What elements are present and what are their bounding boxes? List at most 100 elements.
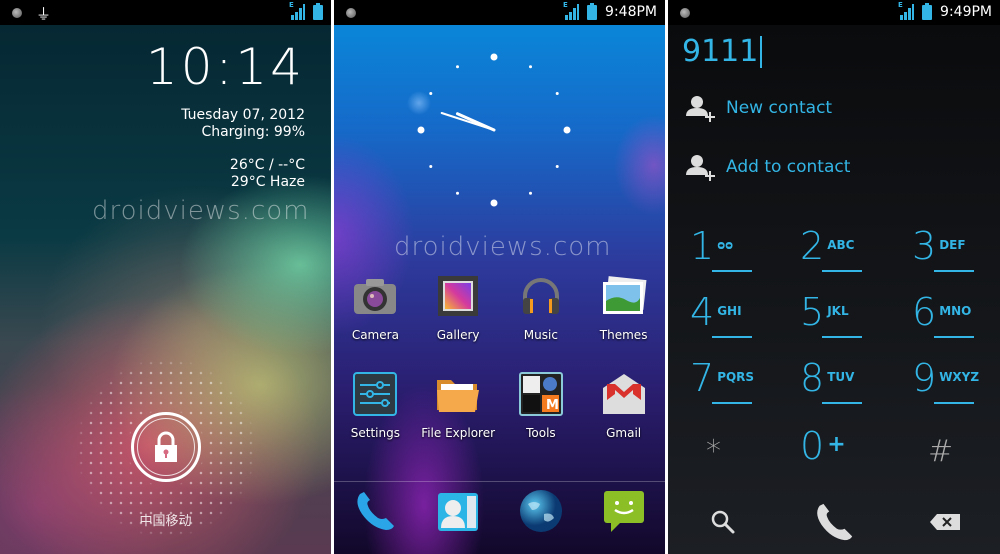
clock-tick (555, 165, 559, 168)
lock-icon (155, 431, 177, 462)
app-music[interactable]: Music (500, 272, 583, 342)
dock-browser[interactable] (500, 488, 583, 534)
backspace-icon (929, 514, 960, 530)
search-icon (712, 510, 735, 534)
watermark: droidviews.com (394, 232, 612, 262)
app-camera[interactable]: Camera (334, 272, 417, 342)
key-6[interactable]: 6 MNO (912, 292, 1000, 352)
messaging-icon (603, 491, 644, 532)
key-4[interactable]: 4 GHI (690, 292, 800, 352)
dock-phone[interactable] (334, 488, 417, 534)
key-2[interactable]: 2 ABC (800, 226, 910, 286)
watermark: droidviews.com (92, 196, 310, 226)
clock-tick (529, 65, 532, 69)
headphones-icon (517, 272, 565, 320)
search-button[interactable] (668, 509, 779, 535)
settings-icon (351, 370, 399, 418)
app-themes[interactable]: Themes (582, 272, 665, 342)
app-tools[interactable]: M Tools (500, 370, 583, 440)
key-letters: MNO (939, 304, 972, 318)
clock-tick (456, 191, 459, 195)
dock-contacts[interactable] (417, 488, 500, 534)
gmail-icon (600, 370, 648, 418)
carrier-label: 中国移动 (139, 514, 192, 529)
key-8[interactable]: 8 TUV (800, 358, 910, 418)
folder-icon (434, 370, 482, 418)
gallery-icon (434, 272, 482, 320)
tools-folder-icon: M (517, 370, 565, 418)
status-time: 9:49PM (940, 4, 992, 20)
backspace-button[interactable] (889, 513, 1000, 531)
key-digit: # (928, 434, 954, 469)
key-underline (822, 336, 862, 338)
add-person-icon (686, 155, 715, 181)
date-text: Tuesday 07, 2012 (181, 107, 305, 123)
key-digit: 4 (690, 290, 715, 334)
dialer-screen: E 9:49PM 9111 New contact Add to contact… (668, 0, 1000, 554)
phone-icon (357, 492, 395, 530)
svg-text:M: M (546, 398, 559, 413)
lock-clock: 10:14 (145, 38, 305, 96)
dialer-action-bar (668, 490, 1000, 554)
key-letters: + (827, 432, 846, 457)
dock-divider (334, 481, 665, 482)
status-bar: E 9:49PM (668, 0, 1000, 25)
key-underline (934, 270, 974, 272)
add-person-icon (686, 96, 715, 122)
voicemail-icon: ᴑᴑ (717, 238, 734, 252)
minute-hand (440, 112, 495, 131)
text-cursor (760, 35, 763, 68)
key-5[interactable]: 5 JKL (800, 292, 910, 352)
clock-tick (490, 53, 498, 61)
dock-messaging[interactable] (582, 488, 665, 534)
app-grid: Camera Gallery Music Themes Settings Fil… (334, 272, 665, 440)
key-digit: 8 (800, 356, 825, 400)
battery-icon (587, 2, 598, 20)
clock-tick (417, 126, 425, 134)
clock-tick (490, 199, 498, 207)
app-gmail[interactable]: Gmail (582, 370, 665, 440)
key-underline (712, 270, 752, 272)
key-digit: 2 (800, 224, 825, 268)
new-contact-button[interactable]: New contact (686, 94, 832, 122)
app-gallery[interactable]: Gallery (417, 272, 500, 342)
dial-number-field[interactable]: 9111 (682, 34, 763, 69)
add-to-contact-button[interactable]: Add to contact (686, 153, 850, 181)
notification-dot-icon (12, 8, 22, 18)
weather-now: 29°C Haze (230, 174, 305, 190)
notification-dot-icon (680, 8, 690, 18)
key-underline (822, 270, 862, 272)
app-file-explorer[interactable]: File Explorer (417, 370, 500, 440)
key-7[interactable]: 7 PQRS (690, 358, 800, 418)
key-letters: PQRS (717, 370, 755, 384)
unlock-handle[interactable] (131, 412, 201, 482)
key-1[interactable]: 1 ᴑᴑ (690, 226, 800, 286)
browser-globe-icon (519, 490, 562, 532)
signal-icon: E (289, 1, 305, 20)
key-star[interactable]: * (690, 426, 800, 486)
call-icon (817, 503, 853, 541)
key-digit: 3 (912, 224, 937, 268)
key-0[interactable]: 0 + (800, 426, 910, 486)
clock-tick (429, 165, 433, 168)
key-9[interactable]: 9 WXYZ (912, 358, 1000, 418)
battery-icon (922, 2, 933, 20)
status-time: 9:48PM (605, 4, 657, 20)
battery-icon (313, 2, 323, 20)
key-digit: 6 (912, 290, 937, 334)
status-bar: E 9:48PM (334, 0, 665, 25)
clock-tick (555, 92, 559, 95)
clock-tick (529, 191, 532, 195)
key-3[interactable]: 3 DEF (912, 226, 1000, 286)
call-button[interactable] (779, 500, 890, 544)
weather-range: 26°C / --°C (229, 157, 305, 173)
contacts-icon (438, 493, 479, 531)
status-bar: ⏚ E (0, 0, 331, 25)
key-letters: JKL (827, 304, 849, 318)
analog-clock-widget[interactable] (414, 50, 574, 210)
key-digit: 7 (690, 356, 715, 400)
clock-tick (429, 92, 433, 95)
key-digit: 0 (800, 424, 825, 468)
key-pound[interactable]: # (912, 426, 1000, 486)
app-settings[interactable]: Settings (334, 370, 417, 440)
